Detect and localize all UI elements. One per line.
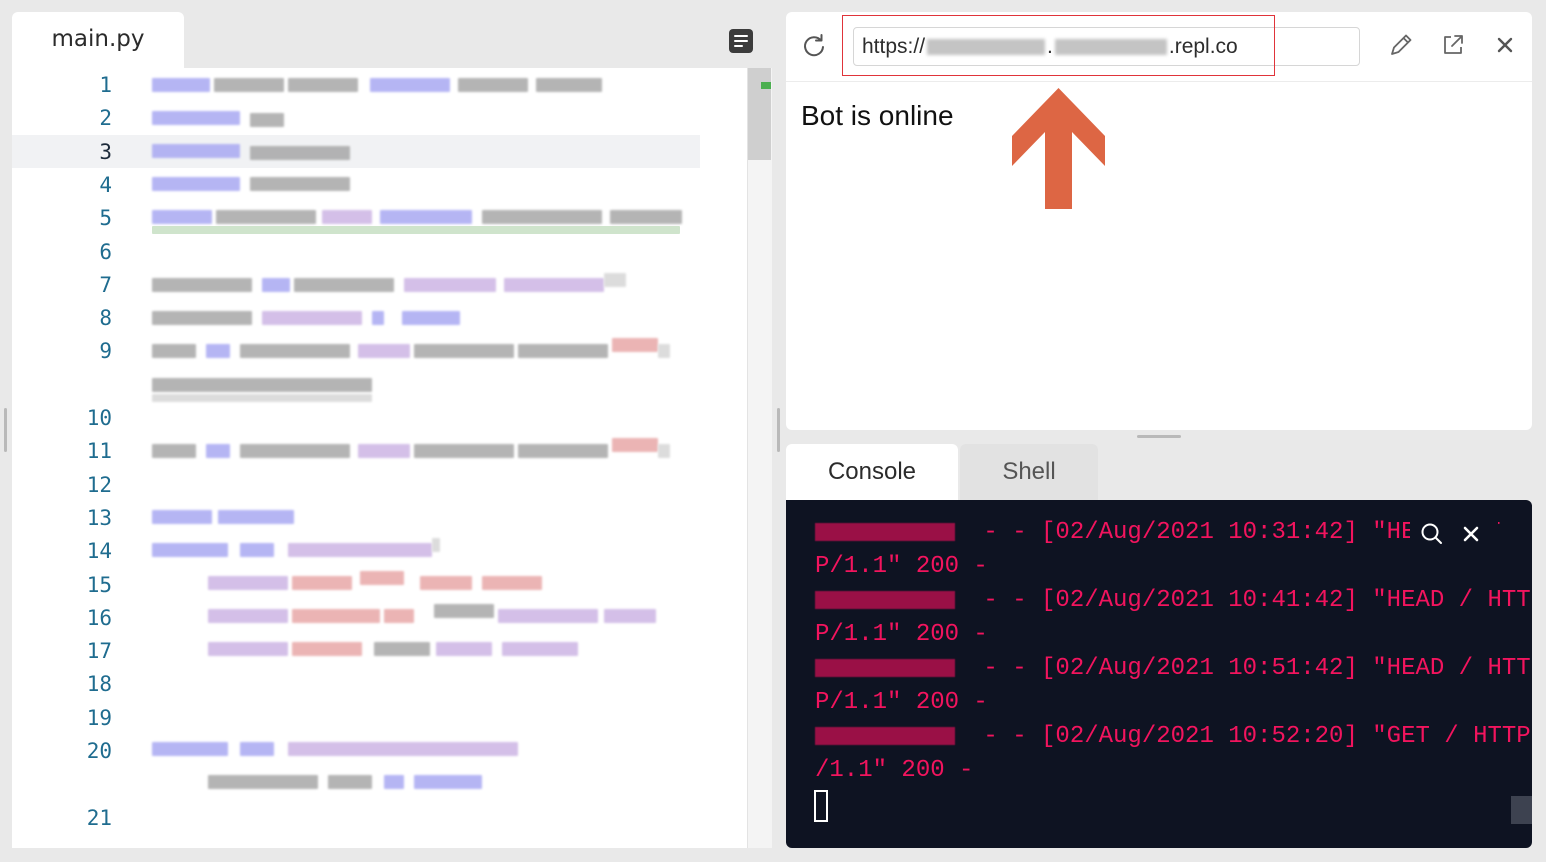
line-number: 5 xyxy=(99,206,112,231)
line-number: 7 xyxy=(99,272,112,297)
line-number: 11 xyxy=(86,439,112,464)
webview-console-resize-handle[interactable] xyxy=(1137,435,1181,438)
log-line: P/1.1" 200 - xyxy=(815,553,988,580)
line-number: 14 xyxy=(86,539,112,564)
log-line: - - [02/Aug/2021 10:41:42] "HEAD / HTT xyxy=(815,584,1531,618)
file-tab-main-py[interactable]: main.py xyxy=(12,12,184,68)
log-line: P/1.1" 200 - xyxy=(815,689,988,716)
webview-content-text: Bot is online xyxy=(801,100,954,131)
line-number: 8 xyxy=(99,306,112,331)
line-number: 6 xyxy=(99,239,112,264)
line-number: 17 xyxy=(86,639,112,664)
line-number: 10 xyxy=(86,406,112,430)
line-number: 19 xyxy=(86,705,112,730)
menu-icon[interactable] xyxy=(729,29,753,53)
code-editor[interactable]: 12345678910111213141516171819202122 xyxy=(12,68,772,848)
url-annotation-box xyxy=(842,15,1275,76)
line-number: 3 xyxy=(99,139,112,164)
line-number: 16 xyxy=(86,605,112,630)
log-line: - - [02/Aug/2021 10:31:42] "HEAD xyxy=(815,516,1444,550)
scrollbar-change-marker xyxy=(761,82,771,89)
editor-scrollbar-track[interactable] xyxy=(747,68,772,848)
line-number: 1 xyxy=(99,73,112,97)
console-tabbar: Console Shell xyxy=(786,444,1532,500)
up-arrow-annotation-icon xyxy=(1012,88,1105,209)
editor-resize-handle-left[interactable] xyxy=(4,408,7,452)
pane-resize-handle[interactable] xyxy=(777,408,780,452)
console-scrollbar[interactable] xyxy=(1511,796,1532,824)
log-line: /1.1" 200 - xyxy=(815,757,974,784)
redacted-ip xyxy=(815,726,955,745)
log-line: P/1.1" 200 - xyxy=(815,621,988,648)
line-number: 21 xyxy=(86,805,112,830)
console-output[interactable]: - - [02/Aug/2021 10:31:42] "HEAD T P/1.1… xyxy=(786,500,1532,848)
editor-pane: main.py 1 2 3 4 5 6 7 8 9 10 11 12 13 14 15 16 17 18 19 20 2… xyxy=(12,12,772,848)
editor-tabbar: main.py xyxy=(12,12,772,68)
log-line: - - [02/Aug/2021 10:52:20] "GET / HTTP xyxy=(815,720,1531,754)
redacted-code xyxy=(152,68,692,802)
line-number: 22 xyxy=(52,845,112,848)
close-icon[interactable] xyxy=(1457,520,1485,548)
pencil-icon[interactable] xyxy=(1386,30,1416,60)
close-icon[interactable] xyxy=(1490,30,1520,60)
line-number: 12 xyxy=(86,472,112,497)
redacted-ip xyxy=(815,590,955,609)
tab-shell[interactable]: Shell xyxy=(960,444,1098,500)
line-number: 20 xyxy=(86,739,112,763)
line-number: 2 xyxy=(99,106,112,131)
line-number: 18 xyxy=(86,672,112,697)
line-number: 9 xyxy=(99,339,112,364)
redacted-ip xyxy=(815,658,955,677)
external-link-icon[interactable] xyxy=(1438,30,1468,60)
console-search-controls xyxy=(1410,520,1498,548)
log-line: - - [02/Aug/2021 10:51:42] "HEAD / HTT xyxy=(815,652,1531,686)
line-number: 15 xyxy=(86,572,112,597)
search-icon[interactable] xyxy=(1418,520,1446,548)
reload-icon[interactable] xyxy=(799,31,829,61)
redacted-ip xyxy=(815,522,955,541)
line-number: 4 xyxy=(99,172,112,197)
tab-console[interactable]: Console xyxy=(786,444,958,500)
line-number: 13 xyxy=(86,505,112,530)
console-cursor xyxy=(814,790,828,822)
